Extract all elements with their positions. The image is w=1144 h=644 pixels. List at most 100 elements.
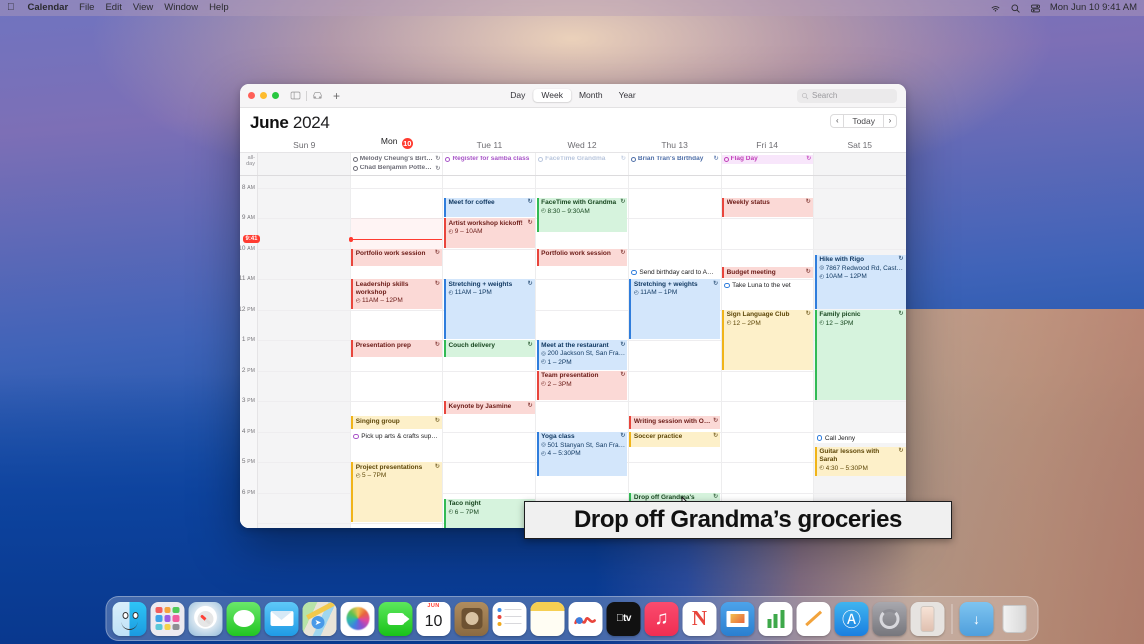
tab-day[interactable]: Day bbox=[502, 89, 533, 103]
menu-item-edit[interactable]: Edit bbox=[105, 3, 121, 13]
reminder-checkbox-icon[interactable] bbox=[353, 433, 359, 440]
reminder-checkbox-icon[interactable] bbox=[724, 282, 730, 289]
calendar-event[interactable]: Leadership skills workshop ↻ ◴ 11AM – 12PM bbox=[351, 279, 442, 309]
day-column-sun[interactable] bbox=[258, 175, 351, 528]
day-header-mon[interactable]: Mon 10 bbox=[351, 137, 444, 152]
all-day-column-mon[interactable]: Melody Cheung's Birt… ↻ Chad Benjamin Pott… bbox=[351, 153, 444, 175]
dock-item-trash[interactable] bbox=[998, 602, 1032, 636]
sidebar-toggle-icon[interactable] bbox=[290, 90, 301, 101]
search-icon[interactable] bbox=[1010, 3, 1021, 14]
calendar-window[interactable]: + Day Week Month Year Search June 2024 ‹… bbox=[240, 84, 906, 528]
dock-item-pages[interactable] bbox=[796, 601, 831, 636]
calendar-event[interactable]: Soccer practice ↻ bbox=[629, 431, 721, 448]
calendar-event[interactable]: Writing session with Or… ↻ bbox=[629, 416, 721, 430]
day-header-wed[interactable]: Wed 12 bbox=[536, 140, 629, 153]
day-column-tue[interactable]: Meet for coffee ↻ Artist workshop kickoff!… bbox=[443, 175, 537, 528]
calendar-event[interactable]: Yoga class ↻ ◎ 501 Stanyan St, San Fran… ◴ 4 … bbox=[536, 431, 628, 477]
all-day-event[interactable]: Register for samba class bbox=[443, 155, 535, 164]
dock-item-appstore[interactable]: Ⓐ bbox=[834, 601, 869, 636]
dock-item-notes[interactable] bbox=[530, 601, 565, 636]
minimize-button[interactable] bbox=[260, 92, 267, 99]
tab-week[interactable]: Week bbox=[533, 88, 571, 103]
dock-item-settings[interactable] bbox=[872, 601, 907, 636]
apple-logo-icon[interactable]:  bbox=[7, 3, 15, 13]
search-input[interactable]: Search bbox=[797, 89, 897, 103]
dock-item-numbers[interactable] bbox=[758, 601, 793, 636]
all-day-column-sun[interactable] bbox=[258, 153, 351, 175]
menu-bar-clock[interactable]: Mon Jun 10 9:41 AM bbox=[1050, 3, 1137, 13]
dock-item-contacts[interactable] bbox=[454, 601, 489, 636]
dock-item-launchpad[interactable] bbox=[150, 601, 185, 636]
all-day-event[interactable]: Flag Day ↻ bbox=[721, 154, 814, 164]
day-header-sat[interactable]: Sat 15 bbox=[813, 140, 906, 153]
reminder-item[interactable]: Send birthday card to A… bbox=[629, 267, 721, 278]
calendar-event[interactable]: Singing group ↻ bbox=[351, 416, 442, 430]
wifi-icon[interactable] bbox=[990, 3, 1001, 14]
calendar-event[interactable]: Stretching + weights ↻ ◴ 11AM – 1PM bbox=[443, 279, 535, 340]
calendar-event[interactable]: Keynote by Jasmine ↻ bbox=[443, 401, 535, 414]
add-event-button[interactable]: + bbox=[333, 90, 340, 102]
calendar-event[interactable]: Artist workshop kickoff! ↻ ◴ 9 – 10AM bbox=[443, 218, 535, 248]
all-day-column-sat[interactable] bbox=[814, 153, 906, 175]
all-day-column-wed[interactable]: FaceTime Grandma ↻ bbox=[536, 153, 629, 175]
calendar-event[interactable]: Presentation prep ↻ bbox=[351, 340, 442, 358]
menu-item-view[interactable]: View bbox=[133, 3, 153, 13]
week-grid[interactable]: 8 AM 9 AM 10 AM 11 AM 12 PM 1 PM 2 PM 3 PM 4 PM 5… bbox=[240, 175, 906, 528]
menu-item-help[interactable]: Help bbox=[209, 3, 229, 13]
dock-item-messages[interactable] bbox=[226, 601, 261, 636]
dock-item-appletv[interactable]: tv bbox=[606, 601, 641, 636]
calendar-event[interactable]: Meet at the restaurant ↻ ◎ 200 Jackson St, … bbox=[536, 340, 628, 370]
all-day-column-thu[interactable]: Brian Tran's Birthday ↻ bbox=[629, 153, 722, 175]
calendar-event[interactable]: Project presentations ↻ ◴ 5 – 7PM bbox=[351, 462, 442, 523]
calendar-event[interactable]: Guitar lessons with Sarah ↻ ◴ 4:30 – 5:30PM bbox=[814, 446, 906, 477]
day-header-tue[interactable]: Tue 11 bbox=[443, 140, 536, 153]
day-column-wed[interactable]: FaceTime with Grandma ↻ ◴ 8:30 – 9:30AM Port… bbox=[536, 175, 629, 528]
tab-year[interactable]: Year bbox=[611, 89, 644, 103]
calendar-event[interactable]: Portfolio work session ↻ bbox=[351, 248, 442, 266]
calendar-event[interactable]: Meet for coffee ↻ bbox=[443, 197, 535, 218]
dock-item-finder[interactable] bbox=[112, 601, 147, 636]
day-column-sat[interactable]: Hike with Rigo ↻ ◎ 7867 Redwood Rd, Castr… ◴… bbox=[814, 175, 906, 528]
calendar-event[interactable]: Stretching + weights ↻ ◴ 11AM – 1PM bbox=[629, 279, 721, 340]
reminder-item[interactable]: Pick up arts & crafts sup… bbox=[351, 431, 442, 442]
all-day-event[interactable]: Chad Benjamin Potter… ↻ bbox=[351, 164, 443, 173]
all-day-event[interactable]: Brian Tran's Birthday ↻ bbox=[629, 155, 721, 164]
calendar-event[interactable]: Weekly status ↻ bbox=[722, 197, 813, 218]
calendar-event[interactable]: Hike with Rigo ↻ ◎ 7867 Redwood Rd, Castr… ◴… bbox=[814, 254, 906, 309]
menu-item-file[interactable]: File bbox=[79, 3, 94, 13]
calendar-event[interactable]: Sign Language Club ↻ ◴ 12 – 2PM bbox=[722, 309, 813, 370]
dock-item-news[interactable]: N bbox=[682, 601, 717, 636]
maximize-button[interactable] bbox=[272, 92, 279, 99]
close-button[interactable] bbox=[248, 92, 255, 99]
dock-item-facetime[interactable] bbox=[378, 601, 413, 636]
dock-item-photos[interactable] bbox=[340, 601, 375, 636]
day-column-fri[interactable]: Weekly status ↻ Budget meeting ↻ Sign Langua… bbox=[721, 175, 815, 528]
day-column-mon[interactable]: Portfolio work session ↻ Leadership skills… bbox=[348, 175, 444, 528]
calendar-event[interactable]: Team presentation ↻ ◴ 2 – 3PM bbox=[536, 370, 628, 401]
all-day-column-tue[interactable]: Register for samba class bbox=[443, 153, 537, 175]
reminder-checkbox-icon[interactable] bbox=[631, 269, 637, 276]
day-header-sun[interactable]: Sun 9 bbox=[258, 140, 351, 153]
date-navigation[interactable]: ‹ Today › bbox=[830, 114, 897, 128]
menu-item-calendar[interactable]: Calendar bbox=[28, 3, 69, 13]
today-button[interactable]: Today bbox=[844, 114, 883, 128]
reminder-item[interactable]: Take Luna to the vet bbox=[722, 280, 813, 291]
calendar-event[interactable]: Taco night ◴ 6 – 7PM bbox=[443, 498, 535, 528]
control-center-icon[interactable] bbox=[1030, 3, 1041, 14]
tab-month[interactable]: Month bbox=[571, 89, 611, 103]
day-column-thu[interactable]: Stretching + weights ↻ ◴ 11AM – 1PM Writing … bbox=[628, 175, 722, 528]
calendar-event[interactable]: Portfolio work session ↻ bbox=[536, 248, 628, 266]
reminder-item[interactable]: Call Jenny bbox=[814, 433, 906, 444]
dock-item-mail[interactable] bbox=[264, 601, 299, 636]
inbox-icon[interactable] bbox=[312, 90, 323, 101]
traffic-lights[interactable] bbox=[248, 92, 279, 99]
menu-item-window[interactable]: Window bbox=[164, 3, 198, 13]
dock[interactable]: ➤ JUN10 tv♫N Ⓐ ↓ bbox=[105, 596, 1039, 641]
day-header-fri[interactable]: Fri 14 bbox=[721, 140, 814, 153]
dock-item-freeform[interactable] bbox=[568, 601, 603, 636]
calendar-event[interactable]: FaceTime with Grandma ↻ ◴ 8:30 – 9:30AM bbox=[536, 197, 628, 233]
all-day-column-fri[interactable]: Flag Day ↻ bbox=[721, 153, 815, 175]
reminder-checkbox-icon[interactable] bbox=[816, 435, 823, 441]
dock-item-music[interactable]: ♫ bbox=[644, 601, 679, 636]
prev-week-button[interactable]: ‹ bbox=[830, 114, 845, 128]
